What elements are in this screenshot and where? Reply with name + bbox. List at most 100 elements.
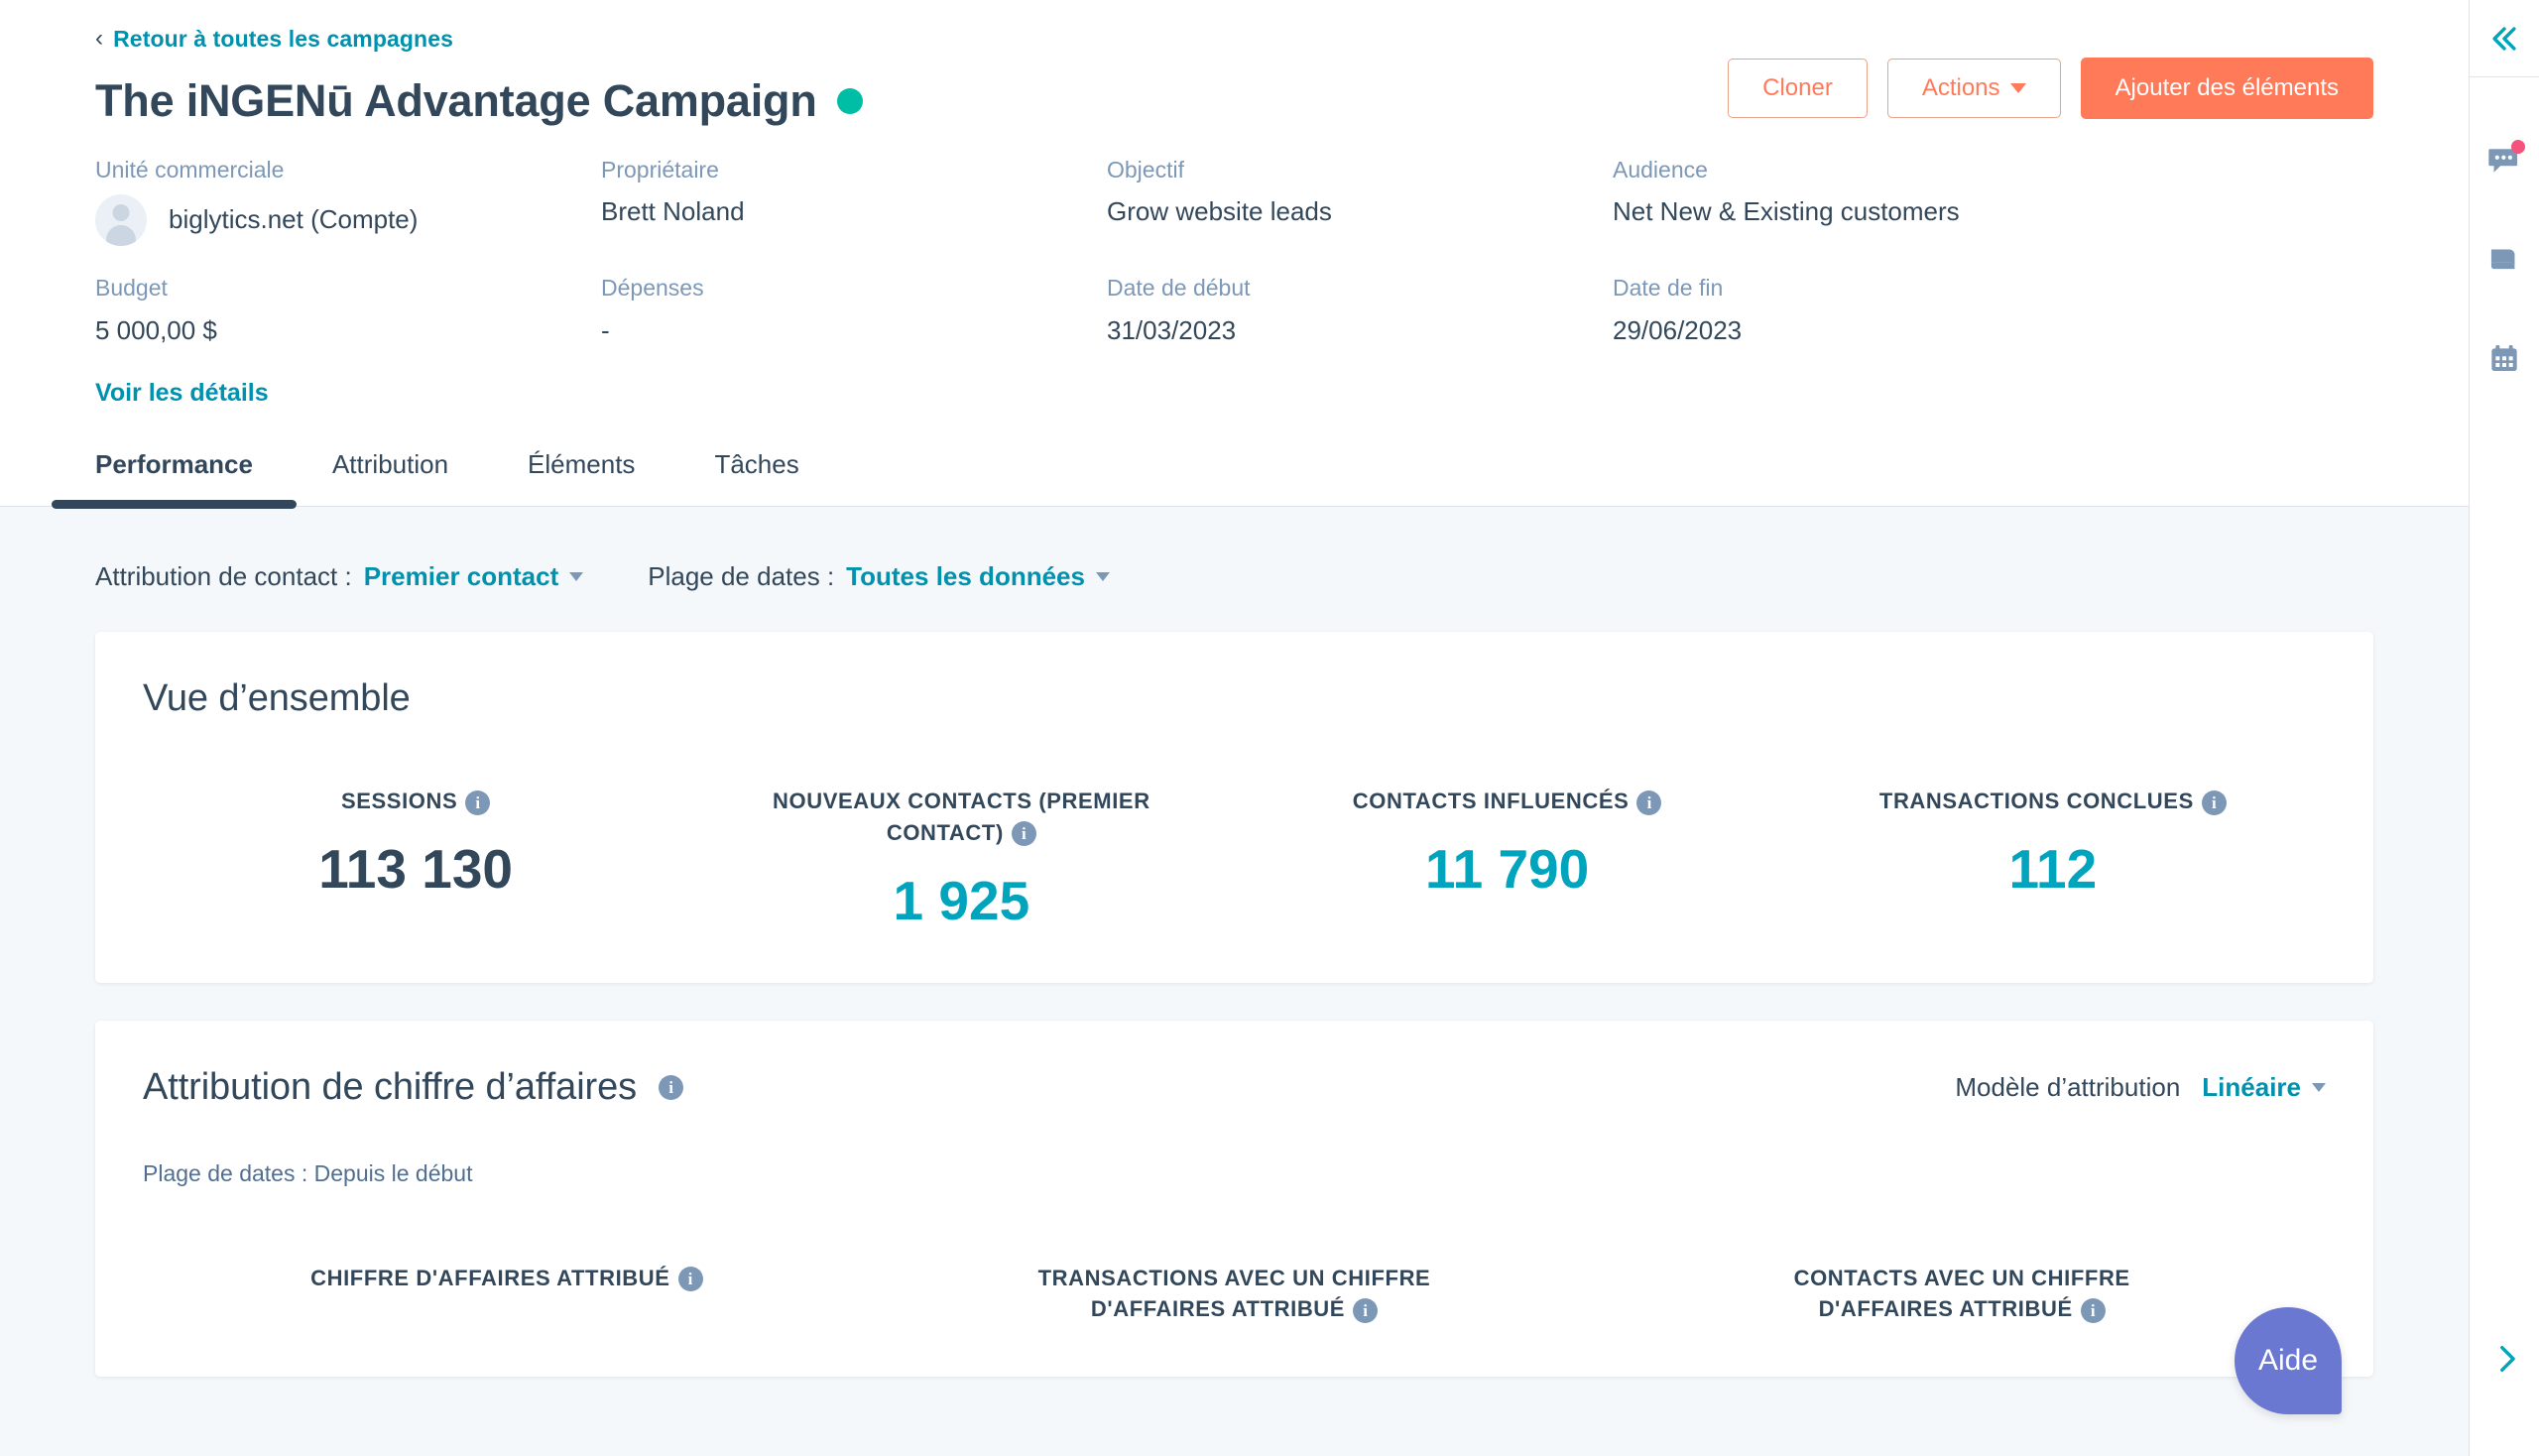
info-icon[interactable]: i — [1012, 821, 1036, 846]
meta-goal: Objectif Grow website leads — [1107, 156, 1613, 275]
info-icon[interactable]: i — [678, 1267, 703, 1291]
tab-elements[interactable]: Éléments — [528, 449, 635, 506]
chevron-down-icon — [2312, 1083, 2326, 1092]
status-dot-icon — [837, 88, 863, 114]
revenue-attribution-card: Attribution de chiffre d’affaires i Modè… — [95, 1021, 2373, 1378]
page-header: ‹ Retour à toutes les campagnes The iNGE… — [0, 0, 2469, 507]
meta-label: Budget — [95, 274, 601, 303]
notification-badge-icon — [2511, 140, 2525, 154]
meta-label: Audience — [1613, 156, 2373, 185]
collapse-chevrons-icon — [2487, 22, 2521, 56]
contact-attribution-label: Attribution de contact : — [95, 561, 352, 592]
rail-item-calendar[interactable] — [2482, 337, 2526, 381]
date-range-dropdown[interactable]: Toutes les données — [846, 561, 1110, 592]
right-sidebar — [2469, 0, 2539, 1456]
tab-attribution[interactable]: Attribution — [332, 449, 448, 506]
metric-label: CHIFFRE D'AFFAIRES ATTRIBUÉ — [310, 1266, 669, 1290]
metric-sessions: SESSIONS i 113 130 — [143, 786, 688, 930]
info-icon[interactable]: i — [1636, 790, 1661, 815]
meta-value-text: 29/06/2023 — [1613, 314, 1742, 348]
campaign-meta-grid: Unité commerciale biglytics.net (Compte)… — [95, 156, 2373, 350]
contact-attribution-filter: Attribution de contact : Premier contact — [95, 561, 583, 592]
main-column: ‹ Retour à toutes les campagnes The iNGE… — [0, 0, 2469, 1456]
overview-metrics: SESSIONS i 113 130 NOUVEAUX CONTACTS (PRE… — [143, 786, 2326, 930]
meta-value: biglytics.net (Compte) — [95, 194, 601, 246]
tab-label: Performance — [95, 449, 253, 479]
metric-closed-deals: TRANSACTIONS CONCLUES i 112 — [1780, 786, 2326, 930]
campaign-performance-page: ‹ Retour à toutes les campagnes The iNGE… — [0, 0, 2539, 1456]
tab-label: Attribution — [332, 449, 448, 479]
date-range-value: Toutes les données — [846, 561, 1085, 592]
actions-dropdown-button[interactable]: Actions — [1887, 59, 2061, 118]
overview-title: Vue d’ensemble — [143, 677, 2326, 720]
metric-value: 11 790 — [1265, 839, 1751, 900]
metric-contacts-with-attributed-revenue: CONTACTS AVEC UN CHIFFRE D'AFFAIRES ATTR… — [1598, 1263, 2326, 1326]
tab-label: Éléments — [528, 449, 635, 479]
contact-attribution-value: Premier contact — [364, 561, 559, 592]
meta-start-date: Date de début 31/03/2023 — [1107, 274, 1613, 349]
contact-attribution-dropdown[interactable]: Premier contact — [364, 561, 584, 592]
actions-button-label: Actions — [1922, 76, 2000, 100]
meta-value-text: Grow website leads — [1107, 195, 1332, 229]
metric-value: 112 — [1810, 839, 2296, 900]
metric-new-contacts: NOUVEAUX CONTACTS (PREMIER CONTACT)i 1 9… — [688, 786, 1234, 930]
meta-label: Dépenses — [601, 274, 1107, 303]
header-actions: Cloner Actions Ajouter des éléments — [1728, 58, 2373, 119]
revenue-attribution-header: Attribution de chiffre d’affaires i Modè… — [143, 1066, 2326, 1109]
view-details-link[interactable]: Voir les détails — [95, 379, 269, 408]
overview-card: Vue d’ensemble SESSIONS i 113 130 NOUVEAU… — [95, 632, 2373, 982]
meta-value-text: 31/03/2023 — [1107, 314, 1236, 348]
metric-label: CONTACTS AVEC UN CHIFFRE D'AFFAIRES ATTR… — [1794, 1266, 2130, 1322]
rail-icon-list — [2470, 77, 2539, 381]
info-icon[interactable]: i — [465, 790, 490, 815]
metric-influenced-contacts: CONTACTS INFLUENCÉSi 11 790 — [1235, 786, 1780, 930]
chevron-down-icon — [1096, 572, 1110, 581]
collapse-sidebar-button[interactable] — [2470, 0, 2539, 77]
tab-tasks[interactable]: Tâches — [714, 449, 798, 506]
meta-value-text: 5 000,00 $ — [95, 314, 217, 348]
revenue-attribution-title-text: Attribution de chiffre d’affaires — [143, 1066, 637, 1109]
page-title: The iNGENū Advantage Campaign — [95, 76, 817, 126]
filter-bar: Attribution de contact : Premier contact… — [95, 507, 2373, 632]
meta-value-text: Net New & Existing customers — [1613, 195, 1960, 229]
metric-value: 1 925 — [718, 871, 1204, 931]
info-icon[interactable]: i — [1353, 1298, 1378, 1323]
meta-value-text: - — [601, 314, 610, 348]
help-button[interactable]: Aide — [2235, 1307, 2342, 1414]
back-to-campaigns-link[interactable]: ‹ Retour à toutes les campagnes — [95, 26, 453, 53]
rail-item-chat[interactable] — [2482, 139, 2526, 182]
calendar-icon — [2488, 343, 2520, 375]
attribution-model-dropdown[interactable]: Linéaire — [2202, 1072, 2326, 1103]
add-assets-button[interactable]: Ajouter des éléments — [2081, 58, 2373, 119]
tab-performance[interactable]: Performance — [95, 449, 253, 506]
meta-end-date: Date de fin 29/06/2023 — [1613, 274, 2373, 349]
date-range-filter: Plage de dates : Toutes les données — [648, 561, 1110, 592]
clone-button[interactable]: Cloner — [1728, 59, 1868, 118]
revenue-attribution-title: Attribution de chiffre d’affaires i — [143, 1066, 683, 1109]
rail-item-knowledge[interactable] — [2482, 238, 2526, 282]
metric-label: SESSIONS — [341, 789, 457, 813]
meta-spend: Dépenses - — [601, 274, 1107, 349]
metric-value: 113 130 — [173, 839, 659, 900]
expand-panel-button[interactable] — [2489, 1342, 2523, 1381]
attribution-model-selector: Modèle d’attribution Linéaire — [1955, 1072, 2326, 1103]
attribution-model-value: Linéaire — [2202, 1072, 2301, 1103]
meta-label: Date de fin — [1613, 274, 2373, 303]
info-icon[interactable]: i — [2202, 790, 2227, 815]
back-link-label: Retour à toutes les campagnes — [113, 26, 453, 53]
knowledge-book-icon — [2487, 245, 2521, 275]
avatar — [95, 194, 147, 246]
meta-owner: Propriétaire Brett Noland — [601, 156, 1107, 275]
meta-value-text: Brett Noland — [601, 195, 745, 229]
metric-label: CONTACTS INFLUENCÉS — [1353, 789, 1630, 813]
metric-deals-with-attributed-revenue: TRANSACTIONS AVEC UN CHIFFRE D'AFFAIRES … — [871, 1263, 1599, 1326]
chevron-down-icon — [2010, 83, 2026, 93]
meta-audience: Audience Net New & Existing customers — [1613, 156, 2373, 275]
clone-button-label: Cloner — [1762, 76, 1833, 100]
info-icon[interactable]: i — [659, 1075, 683, 1100]
revenue-date-range-note: Plage de dates : Depuis le début — [143, 1160, 2326, 1187]
meta-label: Unité commerciale — [95, 156, 601, 185]
attribution-model-label: Modèle d’attribution — [1955, 1072, 2180, 1103]
info-icon[interactable]: i — [2081, 1298, 2106, 1323]
metric-label: TRANSACTIONS CONCLUES — [1879, 789, 2194, 813]
